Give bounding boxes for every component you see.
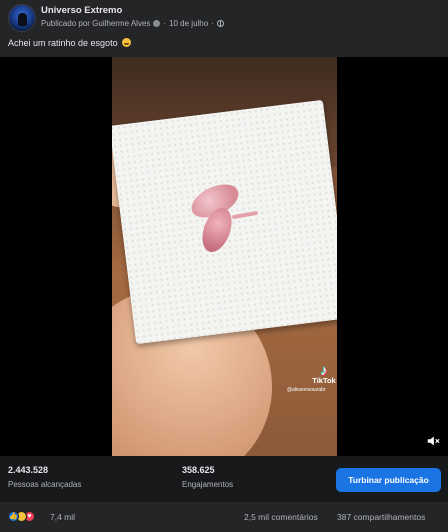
post-header: Universo Extremo Publicado por Guilherme… [0, 0, 448, 34]
info-dot-icon[interactable] [153, 20, 161, 27]
globe-icon[interactable] [216, 20, 224, 27]
post-meta: Publicado por Guilherme Alves · 10 de ju… [41, 19, 224, 28]
engagement-stat[interactable]: 358.625 Engajamentos [182, 465, 233, 489]
video-frame[interactable]: TikTok @alissonsouzabr [112, 57, 337, 456]
engagement-label: Engajamentos [182, 480, 234, 489]
comments-count[interactable]: 2,5 mil comentários [244, 512, 318, 522]
post-insights-bar: 2.443.528 Pessoas alcançadas 358.625 Eng… [0, 456, 448, 502]
tiktok-watermark: TikTok [304, 362, 337, 385]
reactions-summary[interactable]: 👍 ♥ [8, 511, 35, 522]
video-player[interactable]: TikTok @alissonsouzabr [0, 57, 448, 456]
reaction-count[interactable]: 7,4 mil [50, 512, 75, 522]
tiktok-logo-icon [317, 362, 331, 376]
post-text: Achei um ratinho de esgoto [8, 38, 132, 48]
boost-post-button[interactable]: Turbinar publicação [336, 468, 441, 492]
post-date[interactable]: 10 de julho [169, 19, 208, 28]
published-by-label[interactable]: Publicado por Guilherme Alves [41, 19, 150, 28]
slightly-smiling-face-icon [122, 38, 132, 47]
page-avatar[interactable] [8, 4, 36, 32]
speaker-muted-icon[interactable] [426, 434, 440, 448]
reach-label: Pessoas alcançadas [8, 480, 82, 489]
engagement-value: 358.625 [182, 465, 215, 475]
reach-stat[interactable]: 2.443.528 Pessoas alcançadas [8, 465, 81, 489]
reach-value: 2.443.528 [8, 465, 49, 475]
meta-separator: · [211, 19, 214, 28]
page-name-link[interactable]: Universo Extremo [41, 5, 122, 16]
post-footer: 👍 ♥ 7,4 mil 2,5 mil comentários 387 comp… [0, 502, 448, 532]
tiktok-username: @alissonsouzabr [287, 387, 326, 393]
shares-count[interactable]: 387 compartilhamentos [337, 512, 425, 522]
like-icon: 👍 [8, 511, 19, 522]
post-text-body: Achei um ratinho de esgoto [8, 38, 118, 48]
meta-separator: · [163, 19, 167, 28]
